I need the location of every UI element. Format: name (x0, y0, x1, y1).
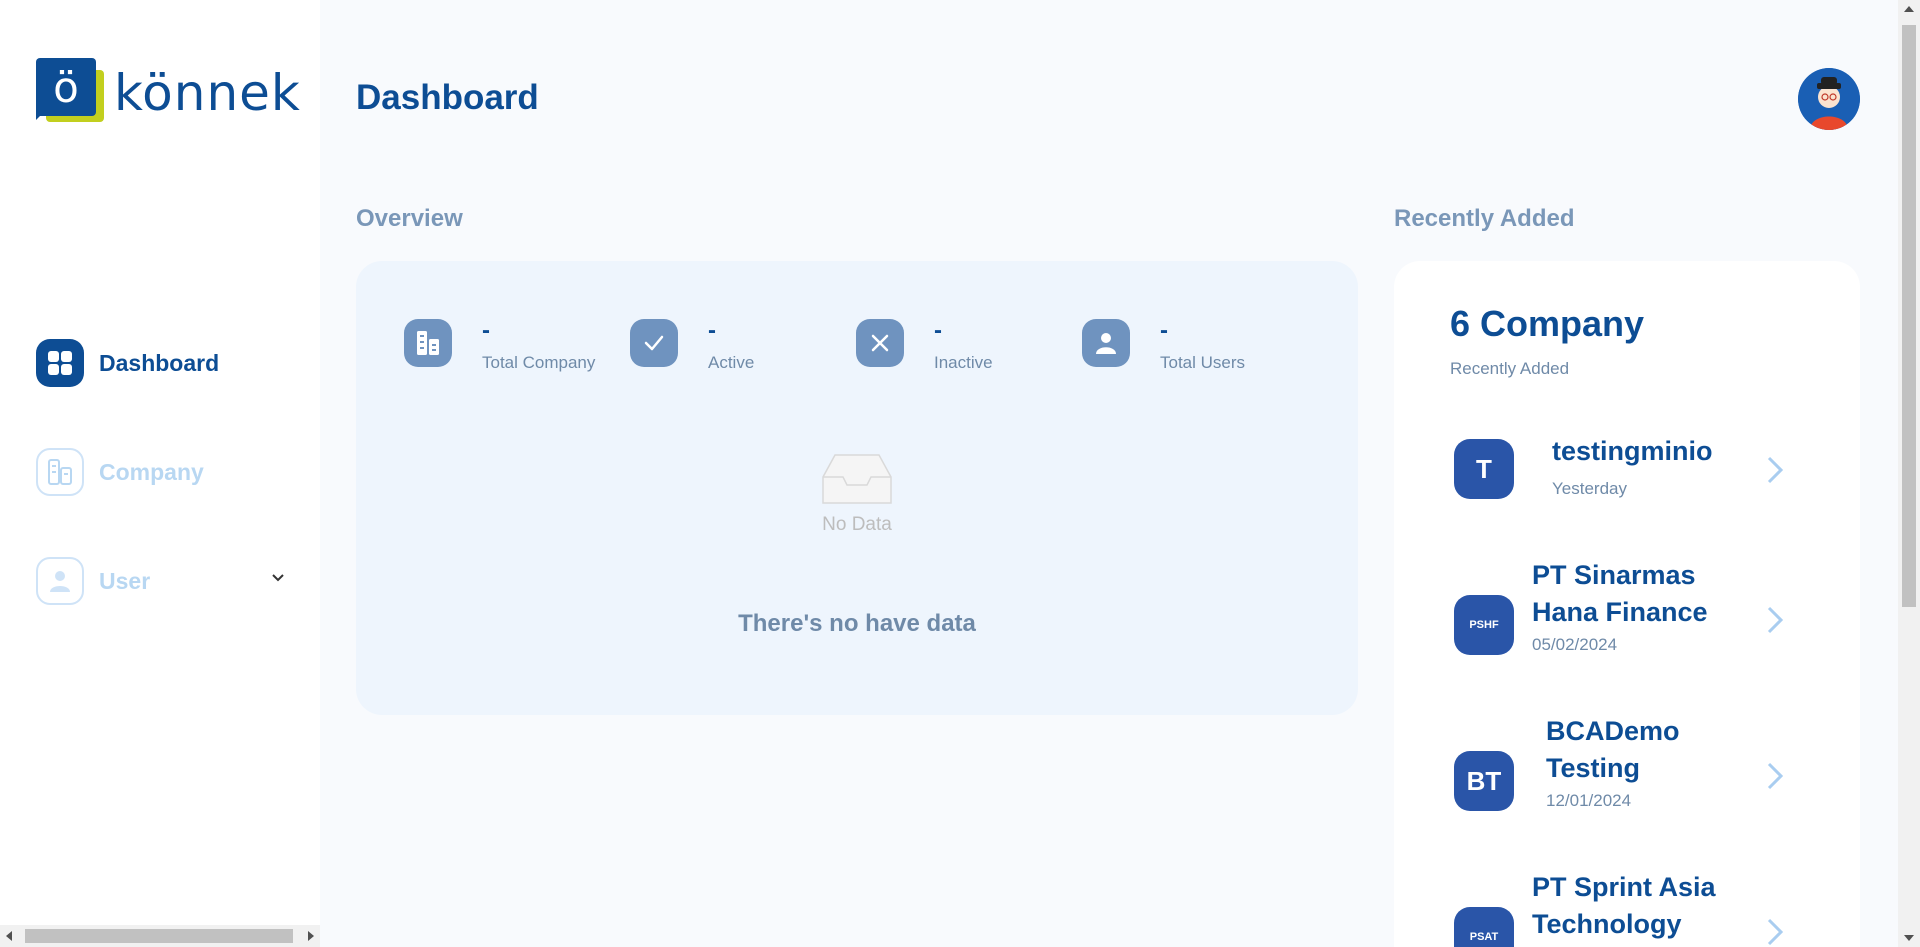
empty-state: No Data (356, 451, 1358, 536)
scroll-up-arrow-icon[interactable] (1904, 6, 1914, 12)
stat-total-users: - Total Users (1082, 319, 1308, 373)
stat-inactive: - Inactive (856, 319, 1082, 373)
company-initials-badge: BT (1454, 751, 1514, 811)
list-item[interactable]: PSAT PT Sprint Asia Technology (1454, 872, 1834, 947)
stat-label: Inactive (934, 353, 993, 372)
stats-row: - Total Company - Active - Inactive - To… (404, 319, 1308, 373)
x-icon (856, 319, 904, 367)
company-initials-badge: T (1454, 439, 1514, 499)
stat-value: - (934, 317, 942, 344)
sidebar-item-label: User (99, 567, 151, 594)
sidebar-item-dashboard[interactable]: Dashboard (36, 338, 296, 388)
company-building-icon (404, 319, 452, 367)
company-name-line1: PT Sinarmas (1532, 560, 1696, 590)
avatar[interactable] (1798, 68, 1860, 130)
sidebar-item-label: Dashboard (99, 349, 220, 376)
list-item[interactable]: T testingminio Yesterday (1454, 436, 1834, 499)
company-date: Yesterday (1552, 479, 1627, 498)
recent-subtitle: Recently Added (1450, 359, 1570, 378)
stat-label: Total Company (482, 353, 596, 372)
overview-title: Overview (356, 205, 463, 232)
company-name-line1: BCADemo (1546, 716, 1680, 746)
recent-title: Recently Added (1394, 205, 1575, 232)
check-icon (630, 319, 678, 367)
no-data-message: There's no have data (738, 610, 976, 637)
list-item[interactable]: PSHF PT Sinarmas Hana Finance 05/02/2024 (1454, 560, 1834, 675)
company-date: 12/01/2024 (1546, 791, 1632, 810)
user-icon (1082, 319, 1130, 367)
stat-label: Active (708, 353, 755, 372)
vertical-scrollbar[interactable] (1898, 0, 1920, 947)
empty-label: No Data (822, 514, 892, 535)
chevron-right-icon[interactable] (1766, 455, 1784, 490)
chevron-right-icon[interactable] (1766, 917, 1784, 947)
dashboard-grid-icon (36, 339, 84, 387)
stat-label: Total Users (1160, 353, 1246, 372)
scroll-down-arrow-icon[interactable] (1904, 935, 1914, 941)
sidebar-item-company[interactable]: Company (36, 447, 296, 497)
company-name-line2: Hana Finance (1532, 597, 1708, 627)
sidebar-item-label: Company (99, 458, 204, 485)
company-name: testingminio (1552, 436, 1713, 466)
company-date: 05/02/2024 (1532, 635, 1618, 654)
scroll-right-arrow-icon[interactable] (308, 931, 314, 941)
sidebar: ö könnek Dashboard Company User (0, 0, 320, 947)
logo-mark-icon: ö (36, 58, 108, 128)
scrollbar-thumb[interactable] (1902, 25, 1916, 607)
chevron-right-icon[interactable] (1766, 761, 1784, 796)
stat-active: - Active (630, 319, 856, 373)
page-title: Dashboard (356, 78, 539, 117)
logo-text: könnek (114, 64, 301, 122)
company-name-line2: Testing (1546, 753, 1640, 783)
chevron-right-icon[interactable] (1766, 605, 1784, 640)
overview-card: - Total Company - Active - Inactive - To… (356, 261, 1358, 715)
company-name-line2: Technology (1532, 909, 1682, 939)
company-initials-badge: PSAT (1454, 907, 1514, 947)
sidebar-nav: Dashboard Company User (36, 338, 296, 665)
company-building-icon (36, 448, 84, 496)
recent-card: 6 Company Recently Added T testingminio … (1394, 261, 1860, 947)
stat-value: - (708, 317, 716, 344)
empty-inbox-icon (822, 454, 892, 504)
company-initials-badge: PSHF (1454, 595, 1514, 655)
stat-value: - (482, 317, 490, 344)
user-icon (36, 557, 84, 605)
company-name-line1: PT Sprint Asia (1532, 872, 1716, 902)
scroll-left-arrow-icon[interactable] (6, 931, 12, 941)
stat-value: - (1160, 317, 1168, 344)
chevron-down-icon[interactable] (270, 570, 286, 591)
horizontal-scrollbar[interactable] (0, 925, 320, 947)
stat-total-company: - Total Company (404, 319, 630, 373)
sidebar-item-user[interactable]: User (36, 556, 296, 606)
recent-count: 6 Company (1450, 303, 1645, 344)
konnek-logo[interactable]: ö könnek (36, 58, 301, 128)
scrollbar-thumb[interactable] (25, 929, 293, 943)
list-item[interactable]: BT BCADemo Testing 12/01/2024 (1454, 716, 1834, 831)
